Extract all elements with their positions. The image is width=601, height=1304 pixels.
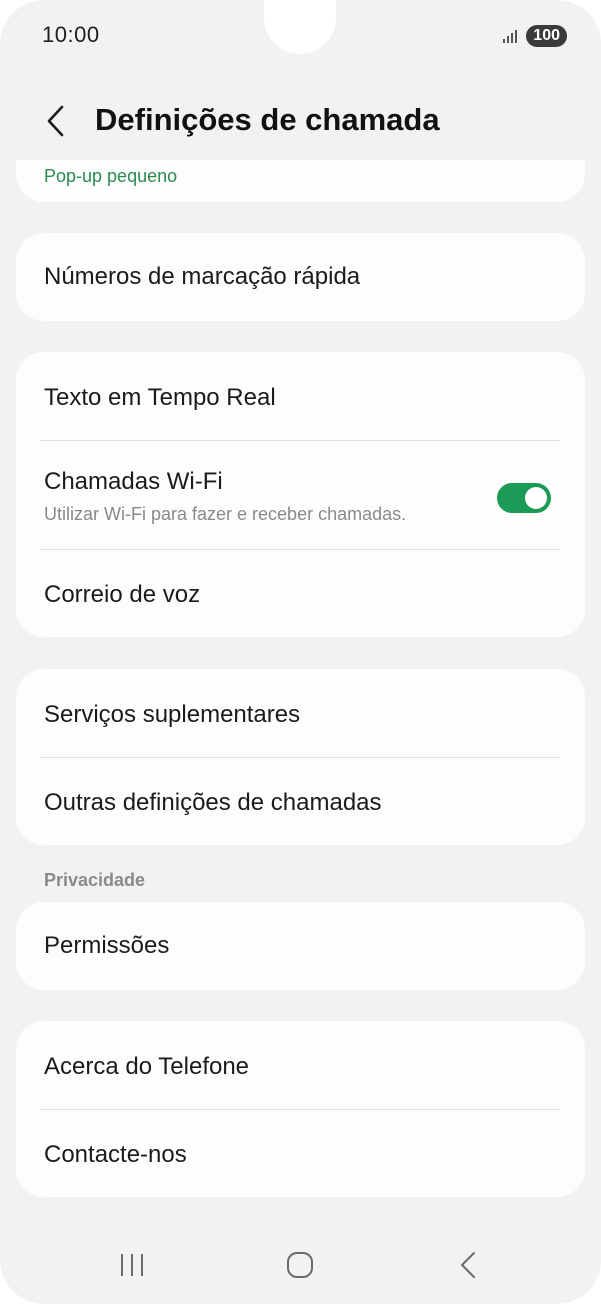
about-label: Acerca do Telefone — [44, 1053, 250, 1080]
partial-card[interactable]: Pop-up pequeno — [16, 160, 585, 202]
signal-icon — [503, 30, 518, 43]
home-icon[interactable] — [283, 1248, 317, 1282]
toggle-knob — [525, 487, 547, 509]
about-row[interactable]: Acerca do Telefone — [16, 1021, 585, 1109]
contact-row[interactable]: Contacte-nos — [16, 1110, 585, 1197]
wifi-calling-row[interactable]: Chamadas Wi-Fi Utilizar Wi-Fi para fazer… — [16, 441, 585, 549]
wifi-calling-toggle[interactable] — [497, 483, 551, 513]
wifi-calling-subtitle: Utilizar Wi-Fi para fazer e receber cham… — [44, 504, 407, 524]
permissions-label: Permissões — [44, 932, 170, 959]
chevron-left-icon[interactable] — [40, 102, 74, 140]
speed-dial-label: Números de marcação rápida — [44, 263, 361, 290]
app-header: Definições de chamada — [0, 90, 601, 152]
phone-screen: 10:00 100 Definições de chamada Pop-up p… — [0, 0, 601, 1304]
speed-dial-row[interactable]: Números de marcação rápida — [16, 233, 585, 321]
other-settings-row[interactable]: Outras definições de chamadas — [16, 758, 585, 845]
battery-badge: 100 — [526, 25, 567, 47]
other-settings-label: Outras definições de chamadas — [44, 789, 382, 816]
supplementary-label: Serviços suplementares — [44, 701, 301, 728]
status-time: 10:00 — [42, 22, 100, 47]
card-supplementary: Serviços suplementares Outras definições… — [16, 669, 585, 845]
recent-apps-icon[interactable] — [115, 1248, 149, 1282]
card-speed-dial: Números de marcação rápida — [16, 233, 585, 321]
voicemail-label: Correio de voz — [44, 581, 201, 608]
contact-label: Contacte-nos — [44, 1141, 187, 1168]
card-calling: Texto em Tempo Real Chamadas Wi-Fi Utili… — [16, 352, 585, 637]
settings-list[interactable]: Pop-up pequeno Números de marcação rápid… — [0, 160, 601, 1240]
wifi-calling-label: Chamadas Wi-Fi — [44, 468, 223, 495]
navigation-bar — [0, 1240, 601, 1290]
partial-item-subtitle: Pop-up pequeno — [44, 166, 178, 186]
page-title: Definições de chamada — [95, 102, 440, 137]
back-icon[interactable] — [452, 1248, 486, 1282]
card-permissions: Permissões — [16, 902, 585, 990]
rtt-label: Texto em Tempo Real — [44, 384, 276, 411]
permissions-row[interactable]: Permissões — [16, 902, 585, 990]
rtt-row[interactable]: Texto em Tempo Real — [16, 352, 585, 440]
supplementary-row[interactable]: Serviços suplementares — [16, 669, 585, 757]
status-icons: 100 — [502, 24, 567, 48]
voicemail-row[interactable]: Correio de voz — [16, 550, 585, 637]
card-about: Acerca do Telefone Contacte-nos — [16, 1021, 585, 1197]
camera-notch — [264, 0, 336, 54]
privacy-section-label: Privacidade — [44, 870, 146, 890]
